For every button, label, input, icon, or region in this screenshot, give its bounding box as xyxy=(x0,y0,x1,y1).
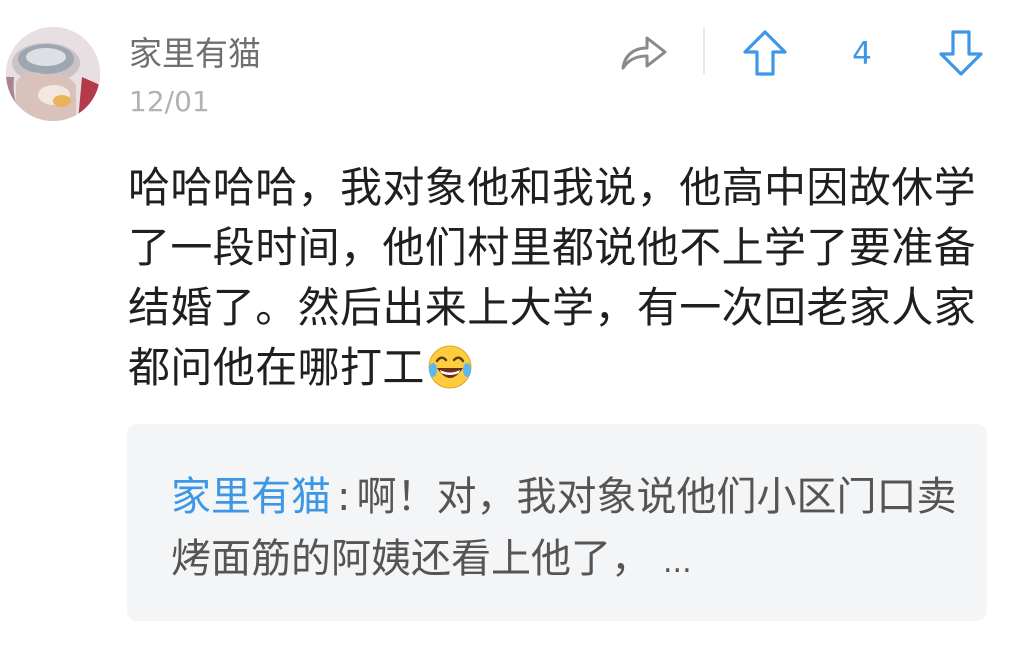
upvote-button[interactable] xyxy=(741,28,789,78)
share-button[interactable] xyxy=(619,30,669,76)
downvote-button[interactable] xyxy=(937,28,985,78)
reply-text: 家里有猫: 啊！对，我对象说他们小区门口卖烤面筋的阿姨还看上他了，... xyxy=(171,466,961,594)
reply-separator: : xyxy=(337,474,351,520)
comment-text-content: 哈哈哈哈，我对象他和我说，他高中因故休学了一段时间，他们村里都说他不上学了要准备… xyxy=(128,163,977,392)
share-arrow-icon xyxy=(621,36,667,70)
up-arrow-icon xyxy=(743,30,787,76)
action-divider xyxy=(703,28,705,74)
reply-preview[interactable]: 家里有猫: 啊！对，我对象说他们小区门口卖烤面筋的阿姨还看上他了，... xyxy=(127,424,987,621)
vote-count: 4 xyxy=(852,36,872,72)
reply-author[interactable]: 家里有猫 xyxy=(171,474,331,520)
comment-author[interactable]: 家里有猫 xyxy=(129,32,261,76)
down-arrow-icon xyxy=(939,30,983,76)
comment-date: 12/01 xyxy=(129,85,210,118)
reply-ellipsis[interactable]: ... xyxy=(663,545,692,580)
avatar-image xyxy=(6,27,100,121)
avatar[interactable] xyxy=(6,27,100,121)
comment-text: 哈哈哈哈，我对象他和我说，他高中因故休学了一段时间，他们村里都说他不上学了要准备… xyxy=(128,158,998,398)
laughing-tears-emoji-icon xyxy=(427,344,473,390)
